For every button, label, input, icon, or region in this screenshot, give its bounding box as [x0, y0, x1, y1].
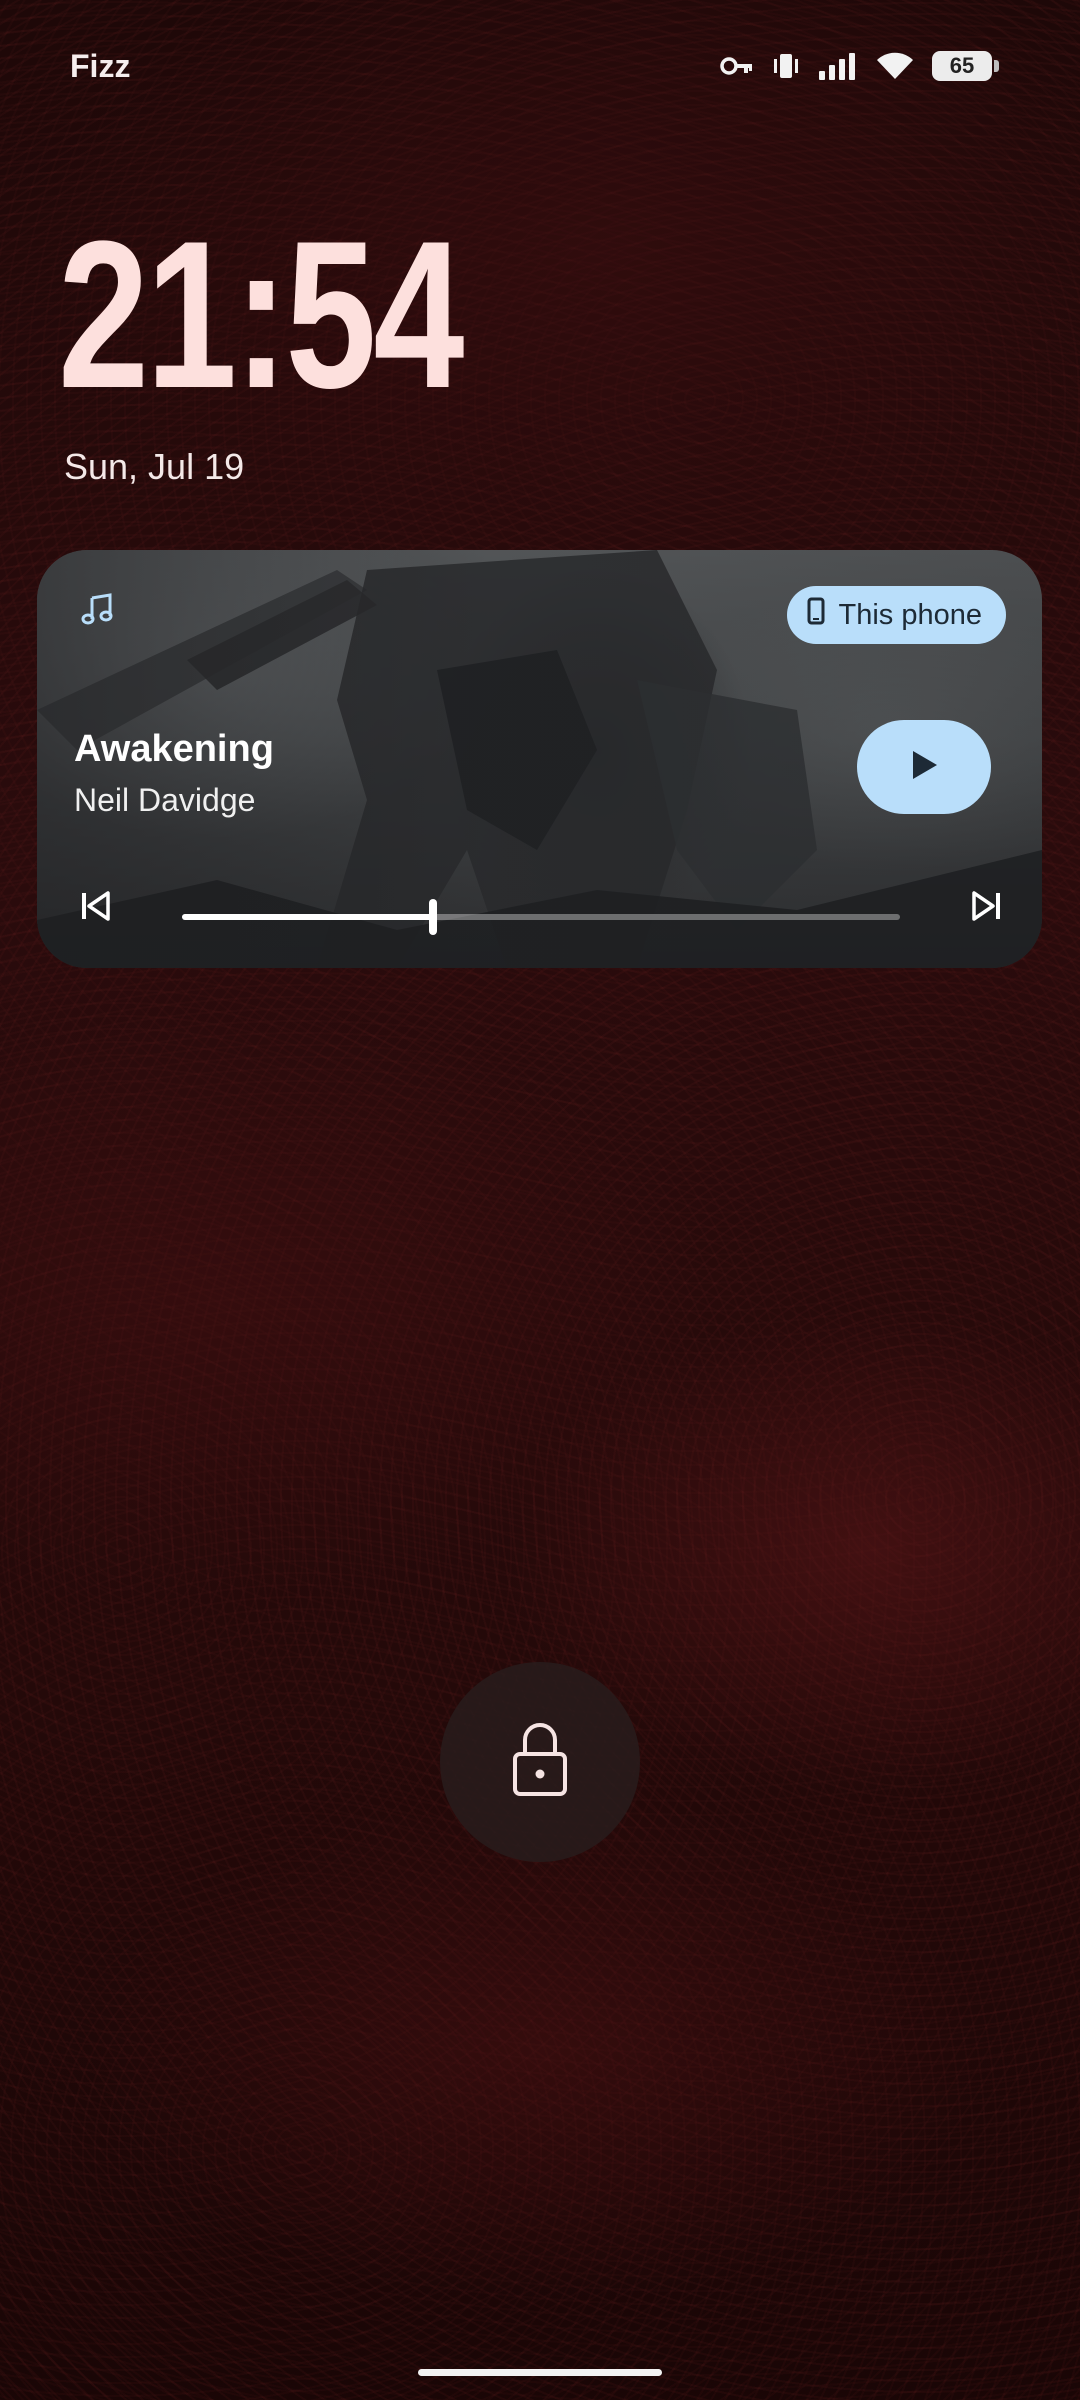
- wifi-icon: [876, 51, 914, 81]
- status-icons: 65: [720, 48, 999, 84]
- play-button[interactable]: [857, 720, 991, 814]
- next-track-button[interactable]: [967, 888, 1007, 928]
- battery-level: 65: [949, 53, 975, 78]
- lock-icon: [510, 1720, 570, 1805]
- output-device-label: This phone: [838, 598, 983, 631]
- seek-bar[interactable]: [182, 899, 900, 935]
- battery-icon: 65: [932, 51, 999, 81]
- seek-bar-thumb[interactable]: [429, 899, 438, 935]
- previous-track-button[interactable]: [75, 888, 115, 928]
- track-title: Awakening: [74, 728, 274, 770]
- lockscreen-date: Sun, Jul 19: [64, 446, 245, 487]
- battery-tip: [994, 60, 999, 72]
- track-artist: Neil Davidge: [74, 782, 256, 818]
- media-player-card[interactable]: This phone Awakening Neil Davidge: [37, 550, 1042, 968]
- lockscreen-clock: 21:54: [58, 197, 464, 432]
- vibrate-icon: [772, 51, 800, 81]
- carrier-name: Fizz: [70, 48, 131, 84]
- output-device-chip[interactable]: This phone: [786, 586, 1006, 644]
- status-bar: Fizz 65: [0, 0, 1080, 130]
- cellular-signal-icon: [818, 51, 858, 81]
- music-note-icon: [81, 592, 115, 626]
- phone-icon: [807, 597, 825, 633]
- previous-icon: [80, 890, 110, 926]
- next-icon: [972, 890, 1002, 926]
- gesture-navigation-bar[interactable]: [418, 2369, 662, 2376]
- vpn-key-icon: [720, 56, 754, 76]
- unlock-button[interactable]: [440, 1662, 640, 1862]
- seek-bar-progress: [182, 914, 434, 920]
- play-icon: [909, 749, 939, 786]
